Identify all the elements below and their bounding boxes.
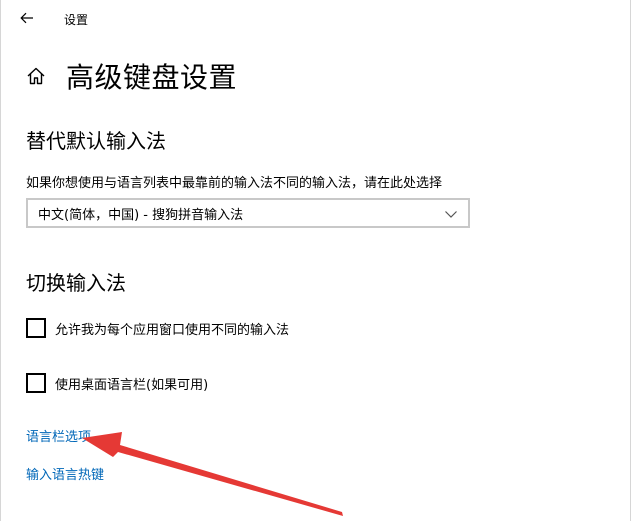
home-button[interactable] <box>24 64 48 88</box>
home-icon <box>27 67 45 85</box>
override-section-heading: 替代默认输入法 <box>26 129 166 153</box>
red-arrow-icon <box>82 432 343 516</box>
settings-window: 设置 高级键盘设置 替代默认输入法 如果你想使用与语言列表中最靠前的输入法不同的… <box>0 0 631 521</box>
default-input-method-dropdown[interactable]: 中文(简体，中国) - 搜狗拼音输入法 <box>26 198 470 228</box>
app-title: 设置 <box>64 13 89 27</box>
desktop-language-bar-label: 使用桌面语言栏(如果可用) <box>55 377 209 393</box>
per-app-input-method-checkbox[interactable] <box>26 318 46 338</box>
override-description: 如果你想使用与语言列表中最靠前的输入法不同的输入法，请在此处选择 <box>26 176 443 191</box>
per-app-input-method-option[interactable]: 允许我为每个应用窗口使用不同的输入法 <box>26 318 289 338</box>
back-arrow-icon <box>20 12 33 24</box>
language-bar-options-link[interactable]: 语言栏选项 <box>26 426 91 445</box>
input-language-hotkeys-link[interactable]: 输入语言热键 <box>26 464 104 483</box>
desktop-language-bar-checkbox[interactable] <box>26 373 46 393</box>
desktop-language-bar-option[interactable]: 使用桌面语言栏(如果可用) <box>26 373 208 393</box>
switching-section-heading: 切换输入法 <box>26 271 126 295</box>
dropdown-selected-value: 中文(简体，中国) - 搜狗拼音输入法 <box>38 207 244 223</box>
page-header: 高级键盘设置 <box>24 56 237 96</box>
back-button[interactable] <box>9 4 45 32</box>
title-bar: 设置 <box>1 0 630 38</box>
chevron-down-icon <box>445 211 457 218</box>
per-app-input-method-label: 允许我为每个应用窗口使用不同的输入法 <box>55 322 290 338</box>
page-title: 高级键盘设置 <box>66 61 238 94</box>
window-border-left <box>0 0 1 521</box>
